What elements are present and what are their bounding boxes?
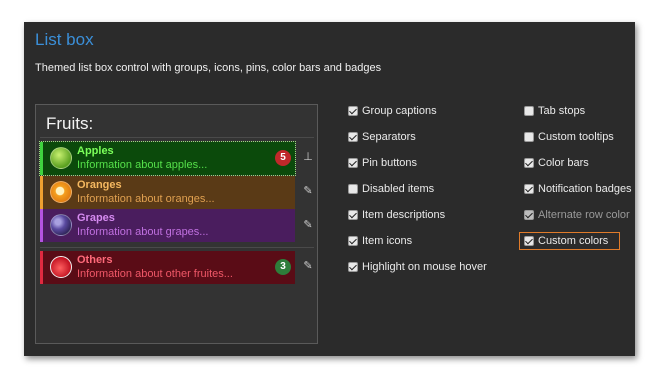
item-description: Information about oranges... xyxy=(77,193,215,205)
checkbox-box[interactable] xyxy=(348,158,358,168)
checkbox-label: Color bars xyxy=(538,157,589,169)
separator xyxy=(40,247,314,248)
orange-icon xyxy=(50,181,72,203)
pin-icon[interactable]: ✎ xyxy=(302,219,314,231)
color-bar xyxy=(40,251,43,284)
checkbox-label: Custom colors xyxy=(538,235,609,247)
checkbox-box[interactable] xyxy=(524,236,534,246)
item-name: Others xyxy=(77,254,113,266)
page-subtitle: Themed list box control with groups, ico… xyxy=(35,62,382,74)
color-bar xyxy=(40,209,43,242)
demo-window: List box Themed list box control with gr… xyxy=(24,22,635,356)
group-caption: Fruits: xyxy=(46,114,94,133)
fruits-listbox[interactable]: Fruits: Apples Information about apples.… xyxy=(35,104,318,344)
checkbox-box[interactable] xyxy=(524,132,534,142)
list-item-apples[interactable]: Apples Information about apples... 5 xyxy=(39,141,296,176)
list-item-oranges[interactable]: Oranges Information about oranges... xyxy=(40,176,295,209)
notification-badge: 3 xyxy=(275,259,291,275)
item-description: Information about grapes... xyxy=(77,226,209,238)
item-name: Grapes xyxy=(77,212,115,224)
checkbox-label: Disabled items xyxy=(362,183,435,195)
checkbox-label: Separators xyxy=(362,131,416,143)
list-item-grapes[interactable]: Grapes Information about grapes... xyxy=(40,209,295,242)
checkbox-label: Group captions xyxy=(362,105,437,117)
pin-icon[interactable]: ✎ xyxy=(302,260,314,272)
checkbox-box[interactable] xyxy=(524,184,534,194)
checkbox-label: Pin buttons xyxy=(362,157,418,169)
checkbox-label: Item icons xyxy=(362,235,413,247)
page-title: List box xyxy=(35,30,94,49)
pin-icon[interactable]: ✎ xyxy=(302,185,314,197)
color-bar xyxy=(40,142,43,175)
color-bar xyxy=(40,176,43,209)
checkbox-label: Highlight on mouse hover xyxy=(362,261,487,273)
checkbox-box[interactable] xyxy=(524,106,534,116)
checkbox-box[interactable] xyxy=(524,158,534,168)
checkbox-label: Tab stops xyxy=(538,105,586,117)
checkbox-label: Custom tooltips xyxy=(538,131,614,143)
checkbox-box xyxy=(524,210,534,220)
checkbox-label: Notification badges xyxy=(538,183,632,195)
item-name: Oranges xyxy=(77,179,122,191)
checkbox-box[interactable] xyxy=(348,132,358,142)
notification-badge: 5 xyxy=(275,150,291,166)
item-name: Apples xyxy=(77,145,114,157)
pin-pinned-icon[interactable]: ⊥ xyxy=(302,151,314,163)
checkbox-label: Item descriptions xyxy=(362,209,446,221)
checkbox-box[interactable] xyxy=(348,262,358,272)
strawberry-icon xyxy=(50,256,72,278)
grapes-icon xyxy=(50,214,72,236)
checkbox-label: Alternate row color xyxy=(538,209,630,221)
list-item-others[interactable]: Others Information about other fruites..… xyxy=(40,251,295,284)
checkbox-box[interactable] xyxy=(348,236,358,246)
separator xyxy=(40,137,314,138)
item-description: Information about other fruites... xyxy=(77,268,233,280)
apple-icon xyxy=(50,147,72,169)
item-description: Information about apples... xyxy=(77,159,208,171)
checkbox-box[interactable] xyxy=(348,184,358,194)
checkbox-box[interactable] xyxy=(348,210,358,220)
checkbox-box[interactable] xyxy=(348,106,358,116)
